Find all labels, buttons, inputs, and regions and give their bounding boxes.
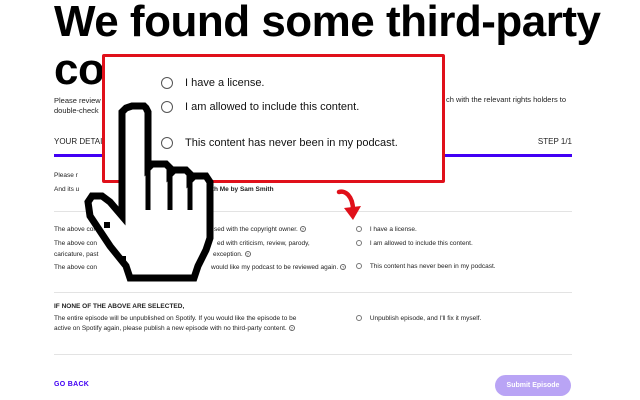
radio-unpublish[interactable] (356, 315, 362, 322)
intro-text-end: ch with the relevant rights holders to (446, 95, 567, 104)
go-back-link[interactable]: GO BACK (54, 381, 89, 388)
statement-2-end: ed with criticism, review, parody, (217, 240, 310, 247)
info-icon[interactable]: ? (299, 226, 306, 232)
radio-allowed[interactable] (356, 240, 362, 247)
divider (54, 354, 572, 355)
option-allowed[interactable]: I am allowed to include this content. (356, 240, 473, 247)
statement-3-text: would like my podcast to be reviewed aga… (211, 264, 339, 271)
step-indicator: STEP 1/1 (537, 137, 572, 146)
none-text: active on Spotify again, please publish … (54, 325, 287, 332)
option-allowed-label: I am allowed to include this content. (369, 240, 473, 247)
info-icon[interactable]: ? (288, 325, 295, 331)
pointing-hand-icon (84, 102, 214, 282)
option-license[interactable]: I have a license. (356, 226, 417, 233)
callout-option-license: I have a license. (185, 77, 265, 89)
info-icon[interactable]: ? (244, 251, 251, 257)
option-never[interactable]: This content has never been in my podcas… (356, 263, 496, 270)
track-usage-start: And its u (54, 186, 80, 193)
arrow-icon (336, 189, 361, 220)
divider (54, 292, 572, 293)
info-icon[interactable]: ? (340, 264, 347, 270)
page-title: We found some third-party (54, 0, 601, 46)
track-prompt: Please r (54, 172, 78, 179)
callout-radio-license[interactable] (161, 77, 173, 89)
none-text-line1: The entire episode will be unpublished o… (54, 315, 297, 322)
option-unpublish[interactable]: Unpublish episode, and I'll fix it mysel… (356, 315, 481, 322)
statement-3-end: would like my podcast to be reviewed aga… (211, 264, 347, 271)
page-title-line2-start: co (54, 45, 105, 94)
option-never-label: This content has never been in my podcas… (369, 263, 496, 270)
submit-episode-button[interactable]: Submit Episode (495, 375, 571, 396)
option-license-label: I have a license. (369, 226, 417, 233)
radio-license[interactable] (356, 226, 362, 233)
radio-never[interactable] (356, 263, 362, 270)
option-unpublish-label: Unpublish episode, and I'll fix it mysel… (369, 315, 482, 322)
none-heading: IF NONE OF THE ABOVE ARE SELECTED, (54, 303, 185, 310)
none-text-line2: active on Spotify again, please publish … (54, 325, 295, 332)
